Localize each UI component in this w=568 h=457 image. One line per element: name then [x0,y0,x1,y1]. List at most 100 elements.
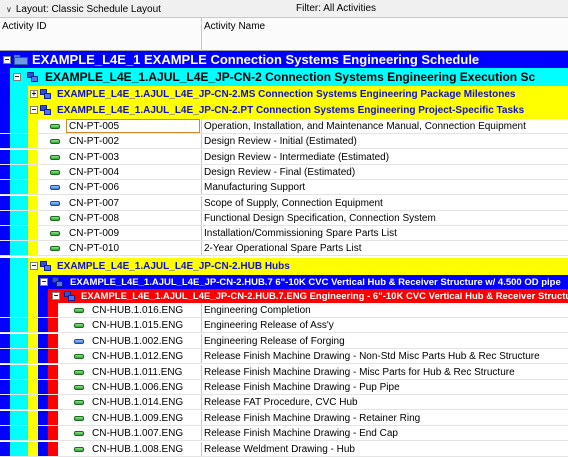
wbs-row-l3-pt[interactable]: − EXAMPLE_L4E_1.AJUL_L4E_JP-CN-2.PT Conne… [0,102,568,119]
activity-id[interactable]: CN-HUB.1.014.ENG [92,397,183,408]
activity-name[interactable]: Design Review - Final (Estimated) [204,167,355,178]
activity-id[interactable]: CN-HUB.1.016.ENG [92,305,183,316]
wbs-band-l2 [10,149,28,164]
activity-row[interactable]: CN-HUB.1.002.ENG Engineering Release of F… [0,333,568,349]
activity-id[interactable]: CN-HUB.1.008.ENG [92,444,183,455]
activity-id[interactable]: CN-HUB.1.007.ENG [92,428,183,439]
activity-name[interactable]: Release Finish Machine Drawing - Misc Pa… [204,367,515,378]
activity-id[interactable]: CN-PT-006 [69,182,119,193]
activity-id[interactable]: CN-HUB.1.002.ENG [92,336,183,347]
wbs-row-l4[interactable]: − EXAMPLE_L4E_1.AJUL_L4E_JP-CN-2.HUB.7 6"… [0,275,568,289]
activity-row[interactable]: CN-HUB.1.011.ENG Release Finish Machine D… [0,364,568,380]
activity-row[interactable]: CN-HUB.1.015.ENG Engineering Release of A… [0,318,568,334]
activity-name[interactable]: Release Finish Machine Drawing - End Cap [204,428,398,439]
wbs-row-l3-hub[interactable]: − EXAMPLE_L4E_1.AJUL_L4E_JP-CN-2.HUB Hubs [0,258,568,275]
activity-row[interactable]: CN-PT-006 Manufacturing Support [0,180,568,196]
expand-toggle[interactable]: + [30,90,38,98]
activity-row[interactable]: CN-HUB.1.008.ENG Release Weldment Drawing… [0,441,568,457]
cell-divider [201,164,202,179]
wbs-band-l3 [28,289,38,303]
activity-name[interactable]: Engineering Release of Ass'y [204,320,334,331]
wbs-band-l2 [10,275,28,289]
activity-row[interactable]: CN-PT-007 Scope of Supply, Connection Equ… [0,195,568,211]
wbs-band-l3 [28,241,38,256]
wbs-band-l2 [10,349,28,364]
activity-name[interactable]: Release Finish Machine Drawing - Pup Pip… [204,382,400,393]
activity-name[interactable]: Release Finish Machine Drawing - Non-Std… [204,351,540,362]
activity-row[interactable]: CN-PT-010 2-Year Operational Spare Parts … [0,241,568,257]
activity-name[interactable]: Release Weldment Drawing - Hub [204,444,355,455]
activity-row[interactable]: CN-HUB.1.007.ENG Release Finish Machine D… [0,426,568,442]
wbs-band-l1 [0,380,10,394]
wbs-band-l2 [10,364,28,379]
wbs-band-l2 [10,210,28,225]
collapse-toggle[interactable]: − [30,262,38,270]
activity-id[interactable]: CN-HUB.1.015.ENG [92,320,183,331]
wbs-icon-front [31,76,38,82]
cell-divider [201,364,202,379]
wbs-band-l1 [0,180,10,195]
activity-id[interactable]: CN-HUB.1.006.ENG [92,382,183,393]
collapse-toggle[interactable]: − [30,106,38,114]
column-header-activity-name[interactable]: Activity Name [204,21,265,32]
activity-name[interactable]: Operation, Installation, and Maintenance… [204,121,526,132]
activity-row[interactable]: CN-PT-005 Operation, Installation, and Ma… [0,119,568,134]
activity-row[interactable]: CN-PT-009 Installation/Commissioning Spar… [0,226,568,242]
activity-name[interactable]: Engineering Release of Forging [204,336,345,347]
wbs-row-l2[interactable]: − EXAMPLE_L4E_1.AJUL_L4E_JP-CN-2 Connecti… [0,68,568,86]
activity-name[interactable]: Release Finish Machine Drawing - Retaine… [204,413,420,424]
activity-name[interactable]: Release FAT Procedure, CVC Hub [204,397,358,408]
activity-row[interactable]: CN-PT-004 Design Review - Final (Estimate… [0,164,568,180]
activity-name[interactable]: Manufacturing Support [204,182,305,193]
wbs-band-l1 [0,149,10,164]
collapse-toggle[interactable]: − [3,56,11,64]
activity-id[interactable]: CN-HUB.1.009.ENG [92,413,183,424]
column-divider[interactable] [201,18,202,51]
wbs-icon [40,89,51,99]
activity-row[interactable]: CN-PT-008 Functional Design Specification… [0,210,568,226]
activity-name[interactable]: 2-Year Operational Spare Parts List [204,243,362,254]
activity-row[interactable]: CN-HUB.1.014.ENG Release FAT Procedure, C… [0,395,568,411]
activity-id[interactable]: CN-PT-010 [69,243,119,254]
activity-id[interactable]: CN-PT-009 [69,228,119,239]
collapse-toggle[interactable]: − [52,292,60,300]
wbs-band-l1 [0,395,10,410]
activity-name[interactable]: Functional Design Specification, Connect… [204,213,436,224]
column-header-activity-id[interactable]: Activity ID [2,21,46,32]
activity-row[interactable]: CN-HUB.1.012.ENG Release Finish Machine D… [0,349,568,365]
activity-row[interactable]: CN-PT-002 Design Review - Initial (Estima… [0,134,568,150]
activity-row[interactable]: CN-HUB.1.016.ENG Engineering Completion [0,303,568,318]
activity-row[interactable]: CN-PT-003 Design Review - Intermediate (E… [0,149,568,165]
activity-id[interactable]: CN-PT-002 [69,136,119,147]
cell-divider [201,318,202,333]
wbs-band-l1 [0,226,10,241]
activity-name[interactable]: Installation/Commissioning Spare Parts L… [204,228,397,239]
activity-name[interactable]: Design Review - Intermediate (Estimated) [204,152,389,163]
activity-id[interactable]: CN-PT-003 [69,152,119,163]
activity-name[interactable]: Scope of Supply, Connection Equipment [204,198,383,209]
wbs-row-l5[interactable]: − EXAMPLE_L4E_1.AJUL_L4E_JP-CN-2.HUB.7.EN… [0,289,568,303]
activity-name[interactable]: Engineering Completion [204,305,311,316]
layout-dropdown[interactable]: ∨ Layout: Classic Schedule Layout [0,0,293,18]
cell-divider [201,195,202,210]
wbs-band-l2 [10,241,28,256]
wbs-band-l2 [10,195,28,210]
activity-id[interactable]: CN-PT-007 [69,198,119,209]
wbs-band-l4 [38,395,48,410]
activity-name[interactable]: Design Review - Initial (Estimated) [204,136,357,147]
collapse-toggle[interactable]: − [13,73,21,81]
filter-label[interactable]: Filter: All Activities [296,3,376,14]
cell-divider [201,441,202,456]
activity-id[interactable]: CN-HUB.1.011.ENG [92,367,182,378]
wbs-label-l4: EXAMPLE_L4E_1.AJUL_L4E_JP-CN-2.HUB.7 6"-… [70,276,561,288]
wbs-row-l3-ms[interactable]: + EXAMPLE_L4E_1.AJUL_L4E_JP-CN-2.MS Conne… [0,86,568,102]
wbs-row-l1[interactable]: − EXAMPLE_L4E_1 EXAMPLE Connection System… [0,51,568,68]
wbs-band-l3 [28,180,38,195]
activity-row[interactable]: CN-HUB.1.006.ENG Release Finish Machine D… [0,380,568,395]
activity-row[interactable]: CN-HUB.1.009.ENG Release Finish Machine D… [0,410,568,426]
collapse-toggle[interactable]: − [40,278,48,286]
activity-id[interactable]: CN-PT-004 [69,167,119,178]
activity-id[interactable]: CN-PT-008 [69,213,119,224]
wbs-band-l1 [0,410,10,425]
activity-id[interactable]: CN-HUB.1.012.ENG [92,351,183,362]
